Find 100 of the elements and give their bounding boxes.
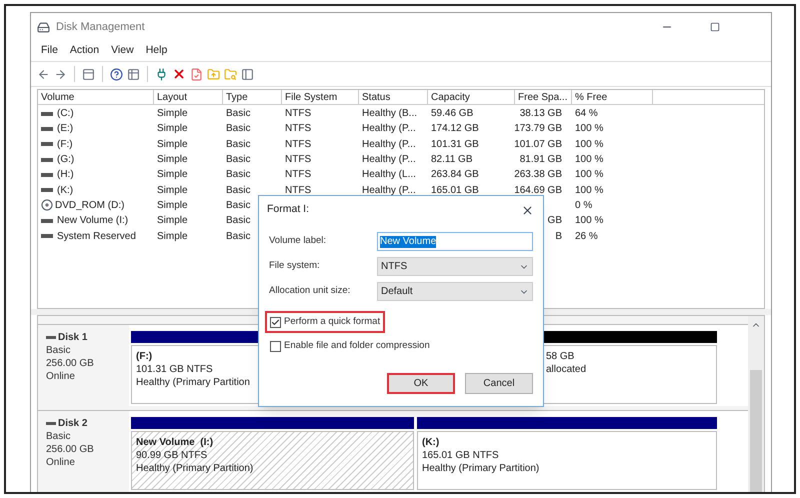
table-cell-text: GB — [548, 214, 562, 228]
column-header[interactable]: % Free — [572, 90, 653, 104]
checkbox[interactable] — [270, 316, 281, 328]
partition-label: (F:) — [136, 350, 152, 363]
field-label: Volume label: — [269, 234, 328, 248]
table-cell-text: 38.13 GB — [520, 107, 562, 122]
table-cell-text: NTFS — [285, 184, 312, 198]
table-cell-text: 100 % — [575, 138, 604, 152]
table-cell-text: Healthy (P... — [362, 153, 416, 168]
menu-item[interactable]: File — [41, 43, 58, 59]
column-header[interactable]: Volume — [38, 90, 154, 104]
table-icon[interactable] — [127, 68, 140, 80]
table-cell-text: Healthy (B... — [362, 107, 418, 122]
table-cell-text: (F:) — [57, 138, 73, 152]
disk-type: Basic — [46, 344, 72, 357]
partition-block[interactable]: (K:) 165.01 GB NTFS Healthy (Primary Partition) — [417, 431, 717, 490]
table-cell-text: 100 % — [575, 122, 604, 136]
menu-item[interactable]: Action — [70, 43, 100, 59]
column-header[interactable]: Free Spa... — [515, 90, 572, 104]
field-label: File system: — [269, 259, 321, 274]
column-header[interactable]: Type — [223, 90, 282, 104]
back-icon[interactable] — [37, 68, 50, 80]
partition-status: Healthy (Primary Partition — [136, 376, 250, 389]
checkbox[interactable] — [270, 340, 281, 352]
table-cell-text: Basic — [226, 214, 250, 228]
table-cell-text: Basic — [226, 198, 250, 213]
dialog-title: Format I: — [267, 202, 310, 218]
dialog-button[interactable]: OK — [387, 373, 455, 394]
text-field[interactable]: New Volume — [377, 232, 533, 251]
drive-icon — [41, 126, 53, 131]
table-cell-text: 26 % — [575, 230, 598, 244]
partition-block[interactable]: 58 GB allocated — [541, 345, 717, 404]
table-cell-text: Healthy (P... — [362, 122, 416, 136]
table-cell-text: Basic — [226, 230, 250, 244]
table-cell-text: 165.01 GB — [431, 184, 479, 198]
table-cell-text: NTFS — [285, 107, 312, 122]
table-cell-text: (G:) — [57, 153, 74, 168]
table-cell-text: 263.38 GB — [514, 168, 562, 182]
table-cell-text: NTFS — [285, 168, 312, 182]
drive-icon — [41, 234, 53, 238]
field-label: Allocation unit size: — [269, 284, 352, 298]
table-cell-text: Simple — [157, 184, 188, 198]
table-cell-text: 174.12 GB — [431, 122, 479, 136]
table-cell-text: 64 % — [575, 107, 598, 122]
table-cell-text: Basic — [226, 153, 250, 168]
table-cell-text: Simple — [157, 138, 188, 152]
delete-icon[interactable] — [172, 67, 186, 81]
dropdown[interactable]: NTFS — [377, 257, 533, 276]
table-cell-text: (H:) — [57, 168, 74, 182]
table-cell-text: 101.07 GB — [514, 138, 562, 152]
console-icon[interactable] — [82, 68, 95, 80]
table-cell-text: Simple — [157, 230, 188, 244]
table-cell-text: Simple — [157, 198, 188, 213]
disk-status: Online — [46, 456, 76, 469]
disk-size: 256.00 GB — [46, 443, 95, 456]
column-header[interactable]: Layout — [154, 90, 223, 104]
plug-icon[interactable] — [155, 68, 168, 80]
partition-size: 165.01 GB NTFS — [422, 449, 499, 462]
help-icon[interactable] — [110, 68, 123, 80]
menu-item[interactable]: View — [111, 43, 134, 59]
table-cell-text: Healthy (L... — [362, 168, 416, 182]
table-cell-text: Basic — [226, 107, 250, 122]
optical-drive-icon — [41, 199, 53, 212]
table-cell-text: 59.46 GB — [431, 107, 474, 122]
panel-icon[interactable] — [241, 68, 254, 80]
column-header[interactable]: File System — [282, 90, 359, 104]
table-cell-text: Healthy (P... — [362, 184, 416, 198]
dialog-button[interactable]: Cancel — [465, 373, 533, 394]
table-cell-text: 164.69 GB — [514, 184, 562, 198]
app-icon — [37, 20, 50, 34]
column-header[interactable]: Capacity — [428, 90, 515, 104]
forward-icon[interactable] — [54, 68, 67, 80]
menu-item[interactable]: Help — [146, 43, 168, 59]
partition-status: Healthy (Primary Partition) — [422, 462, 540, 475]
disk-name: Disk 2 — [58, 417, 88, 430]
drive-icon — [41, 218, 53, 223]
scrollbar[interactable] — [748, 316, 764, 492]
drive-icon — [41, 172, 53, 177]
table-cell-text: NTFS — [285, 153, 312, 168]
partition-label: (K:) — [422, 436, 440, 449]
partition-label: New Volume (I:) — [136, 436, 214, 449]
checkbox-label: Enable file and folder compression — [284, 339, 430, 354]
dropdown[interactable]: Default — [377, 282, 533, 301]
table-cell-text: New Volume (I:) — [57, 214, 128, 228]
table-cell-text: (C:) — [57, 107, 74, 122]
partition-block[interactable]: New Volume (I:) 90.99 GB NTFS Healthy (Primary Partition) — [131, 431, 414, 490]
drive-icon — [41, 112, 53, 116]
table-cell-text: Basic — [226, 168, 250, 182]
document-check-icon[interactable] — [190, 68, 203, 80]
disk-status: Online — [46, 370, 76, 383]
table-cell-text: B — [555, 230, 562, 244]
drive-icon — [41, 142, 53, 146]
table-cell-text: Simple — [157, 122, 188, 136]
close-icon — [520, 204, 534, 216]
disk-type: Basic — [46, 430, 72, 443]
table-cell-text: 100 % — [575, 214, 604, 228]
column-header[interactable]: Status — [359, 90, 428, 104]
table-cell-text: Basic — [226, 184, 250, 198]
disk-name: Disk 1 — [58, 331, 88, 344]
table-cell-text: 81.91 GB — [520, 153, 562, 168]
